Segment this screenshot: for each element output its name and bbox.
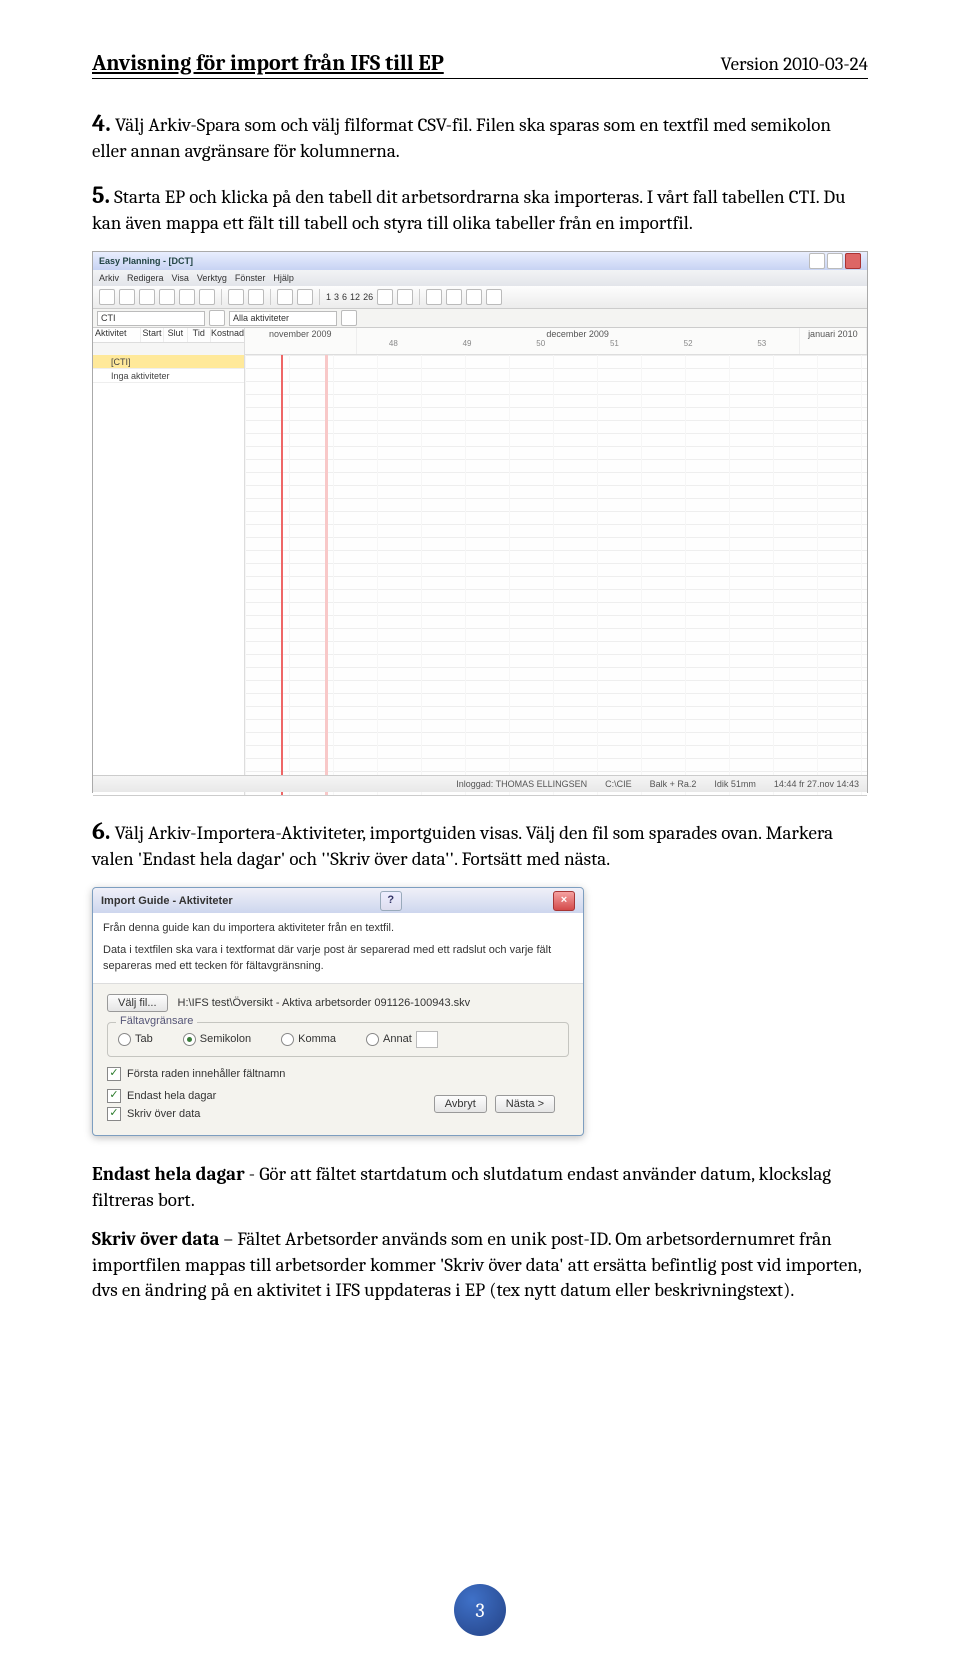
file-path: H:\IFS test\Översikt - Aktiva arbetsorde… (178, 997, 471, 1009)
toolbar-button[interactable] (99, 289, 115, 305)
zoom-button[interactable]: 26 (363, 292, 373, 302)
toolbar-button[interactable] (159, 289, 175, 305)
col-header[interactable]: Kostnad (211, 328, 244, 342)
toolbar-button[interactable] (248, 289, 264, 305)
chk-overwrite[interactable]: ✓Skriv över data (107, 1107, 216, 1121)
zoom-out-icon[interactable] (397, 289, 413, 305)
col-header[interactable]: Aktivitet (93, 328, 141, 342)
delimiter-group: Fältavgränsare Tab Semikolon Komma Annat (107, 1022, 569, 1057)
nav-prev-icon[interactable] (446, 289, 462, 305)
col-header[interactable]: Slut (164, 328, 187, 342)
step-6: 6. Välj Arkiv-Importera-Aktiviteter, imp… (92, 815, 868, 873)
toolbar-button[interactable] (297, 289, 313, 305)
dropdown-icon[interactable] (209, 310, 225, 326)
close-icon[interactable] (845, 253, 861, 269)
week-label: 50 (536, 339, 545, 348)
status-user: Inloggad: THOMAS ELLINGSEN (456, 779, 587, 789)
status-item: Balk + Ra.2 (650, 779, 697, 789)
ep-toolbar: 1 3 6 12 26 (93, 286, 867, 309)
week-label: 53 (757, 339, 766, 348)
gantt-grid[interactable] (245, 355, 867, 795)
next-button[interactable]: Nästa > (495, 1095, 555, 1113)
zoom-in-icon[interactable] (377, 289, 393, 305)
menu-item[interactable]: Arkiv (99, 273, 119, 283)
menu-item[interactable]: Fönster (235, 273, 266, 283)
maximize-icon[interactable] (827, 253, 843, 269)
week-label: 52 (684, 339, 693, 348)
step-4: 4. Välj Arkiv-Spara som och välj filform… (92, 107, 868, 165)
doc-title: Anvisning för import från IFS till EP (92, 50, 444, 76)
gantt-header: november 2009 december 2009 48 49 50 51 … (245, 328, 867, 355)
import-dialog: Import Guide - Aktiviteter ? × Från denn… (92, 887, 584, 1136)
dialog-intro: Från denna guide kan du importera aktivi… (93, 913, 583, 984)
toolbar-button[interactable] (277, 289, 293, 305)
minimize-icon[interactable] (809, 253, 825, 269)
ep-window: Easy Planning - [DCT] Arkiv Redigera Vis… (92, 251, 868, 793)
activity-list[interactable]: [CTI] Inga aktiviteter (93, 355, 245, 795)
menu-item[interactable]: Hjälp (273, 273, 294, 283)
col-header[interactable]: Tid (188, 328, 211, 342)
desc-whole-days: Endast hela dagar - Gör att fältet start… (92, 1162, 868, 1213)
week-label: 51 (610, 339, 619, 348)
status-clock: 14:44 fr 27.nov 14:43 (774, 779, 859, 789)
week-label: 49 (463, 339, 472, 348)
dropdown-icon[interactable] (341, 310, 357, 326)
toolbar-button[interactable] (199, 289, 215, 305)
table-row: Inga aktiviteter (93, 369, 244, 383)
today-line (281, 355, 283, 795)
choose-file-button[interactable]: Välj fil... (107, 994, 168, 1012)
table-row[interactable]: [CTI] (93, 355, 244, 369)
dialog-titlebar: Import Guide - Aktiviteter ? × (93, 888, 583, 913)
radio-tab[interactable]: Tab (118, 1033, 153, 1046)
nav-first-icon[interactable] (426, 289, 442, 305)
step-5: 5. Starta EP och klicka på den tabell di… (92, 179, 868, 237)
menu-item[interactable]: Visa (172, 273, 189, 283)
menu-item[interactable]: Verktyg (197, 273, 227, 283)
radio-comma[interactable]: Komma (281, 1033, 336, 1046)
weekend-band (325, 355, 328, 795)
activity-filter[interactable]: Alla aktiviteter (229, 311, 337, 326)
week-label: 48 (389, 339, 398, 348)
desc-overwrite: Skriv över data – Fältet Arbetsorder anv… (92, 1227, 868, 1304)
group-label: Fältavgränsare (116, 1015, 197, 1027)
dialog-title: Import Guide - Aktiviteter (101, 895, 233, 907)
month-label: januari 2010 (808, 329, 858, 339)
month-label: december 2009 (546, 329, 609, 339)
month-label: november 2009 (269, 329, 332, 339)
close-icon[interactable]: × (553, 891, 575, 911)
toolbar-button[interactable] (119, 289, 135, 305)
ep-filter-bar: CTI Alla aktiviteter (93, 309, 867, 328)
ep-menubar: Arkiv Redigera Visa Verktyg Fönster Hjäl… (93, 270, 867, 286)
toolbar-button[interactable] (228, 289, 244, 305)
zoom-button[interactable]: 12 (350, 292, 360, 302)
zoom-button[interactable]: 1 (326, 292, 331, 302)
column-headers: Aktivitet Start Slut Tid Kostnad (93, 328, 244, 343)
toolbar-button[interactable] (139, 289, 155, 305)
status-item: Idik 51mm (714, 779, 756, 789)
status-path: C:\CIE (605, 779, 632, 789)
menu-item[interactable]: Redigera (127, 273, 164, 283)
radio-semicolon[interactable]: Semikolon (183, 1033, 251, 1046)
chk-first-row-headers[interactable]: ✓Första raden innehåller fältnamn (107, 1067, 569, 1081)
chk-whole-days[interactable]: ✓Endast hela dagar (107, 1089, 216, 1103)
cancel-button[interactable]: Avbryt (434, 1095, 487, 1113)
doc-version: Version 2010-03-24 (721, 53, 868, 75)
page-number: 3 (454, 1584, 506, 1636)
col-header[interactable]: Start (141, 328, 164, 342)
radio-other[interactable]: Annat (366, 1031, 438, 1048)
zoom-button[interactable]: 6 (342, 292, 347, 302)
page-header: Anvisning för import från IFS till EP Ve… (92, 50, 868, 79)
zoom-presets: 1 3 6 12 26 (326, 292, 373, 302)
ep-statusbar: Inloggad: THOMAS ELLINGSEN C:\CIE Balk +… (93, 775, 867, 792)
help-icon[interactable]: ? (380, 891, 402, 911)
ep-title: Easy Planning - [DCT] (99, 256, 193, 266)
nav-last-icon[interactable] (486, 289, 502, 305)
zoom-button[interactable]: 3 (334, 292, 339, 302)
toolbar-button[interactable] (179, 289, 195, 305)
table-selector[interactable]: CTI (97, 311, 205, 326)
nav-next-icon[interactable] (466, 289, 482, 305)
other-delim-input[interactable] (416, 1031, 438, 1048)
